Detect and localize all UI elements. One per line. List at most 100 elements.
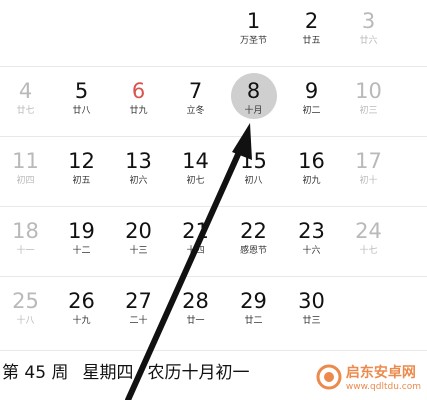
- day-cell[interactable]: 19 十二: [53, 210, 110, 280]
- day-number: 20: [125, 219, 152, 243]
- day-number: 12: [68, 149, 95, 173]
- day-cell[interactable]: 28 廿一: [167, 280, 224, 350]
- watermark-name: 启东安卓网: [345, 365, 416, 381]
- day-number: 10: [355, 79, 382, 103]
- day-number: 19: [68, 219, 95, 243]
- day-cell[interactable]: 29 廿二: [225, 280, 282, 350]
- day-number: 28: [182, 289, 209, 313]
- day-number: 18: [12, 219, 39, 243]
- day-cell[interactable]: 8 十月: [225, 70, 282, 140]
- day-number: 9: [304, 79, 319, 103]
- lunar-label: 初六: [129, 176, 148, 186]
- lunar-label: 初二: [302, 106, 321, 116]
- day-cell[interactable]: 21 十四: [167, 210, 224, 280]
- lunar-label: 十六: [302, 246, 321, 256]
- day-cell[interactable]: 24 十七: [340, 210, 397, 280]
- empty-day-cell: [110, 0, 167, 70]
- day-cell[interactable]: 10 初三: [340, 70, 397, 140]
- day-cell[interactable]: 7 立冬: [167, 70, 224, 140]
- day-cell[interactable]: 6 廿九: [110, 70, 167, 140]
- day-number: 13: [125, 149, 152, 173]
- day-number: 15: [240, 149, 267, 173]
- lunar-label: 初十: [359, 176, 378, 186]
- day-cell[interactable]: 17 初十: [340, 140, 397, 210]
- day-cell[interactable]: 23 十六: [283, 210, 340, 280]
- lunar-label: 十二: [72, 246, 91, 256]
- lunar-label: 初七: [186, 176, 205, 186]
- day-number: 17: [355, 149, 382, 173]
- day-cell[interactable]: 5 廿八: [53, 70, 110, 140]
- day-number: 1: [246, 9, 261, 33]
- lunar-label: 立冬: [186, 106, 205, 116]
- day-cell[interactable]: 13 初六: [110, 140, 167, 210]
- day-number: 27: [125, 289, 152, 313]
- watermark-logo: 启东安卓网 www.qdltdu.com: [316, 362, 421, 392]
- lunar-label: 初五: [72, 176, 91, 186]
- day-cell[interactable]: 1 万圣节: [225, 0, 282, 70]
- day-number: 5: [74, 79, 89, 103]
- day-number: 24: [355, 219, 382, 243]
- day-number: 8: [246, 79, 261, 103]
- day-cell[interactable]: 30 廿三: [283, 280, 340, 350]
- lunar-label: 廿六: [359, 36, 378, 46]
- lunar-label: 初八: [244, 176, 263, 186]
- day-cell[interactable]: 4 廿七: [0, 70, 54, 140]
- row-divider: [0, 276, 427, 277]
- week-number: 第 45 周: [2, 362, 69, 383]
- day-number: 2: [304, 9, 319, 33]
- day-cell[interactable]: 14 初七: [167, 140, 224, 210]
- day-number: 14: [182, 149, 209, 173]
- calendar-grid: 1 万圣节 2 廿五 3 廿六 4 廿七 5 廿八 6 廿九 7 立冬 8 十月 9 初二 10 初三 11 初四 12 初五…: [0, 0, 427, 350]
- lunar-label: 十九: [72, 316, 91, 326]
- day-cell[interactable]: 20 十三: [110, 210, 167, 280]
- day-number: 25: [12, 289, 39, 313]
- lunar-label: 初三: [359, 106, 378, 116]
- lunar-label: 感恩节: [239, 246, 267, 256]
- day-cell[interactable]: 25 十八: [0, 280, 54, 350]
- lunar-label: 廿八: [72, 106, 91, 116]
- day-number: 23: [298, 219, 325, 243]
- day-number: 26: [68, 289, 95, 313]
- lunar-label: 十七: [359, 246, 378, 256]
- watermark-icon: [316, 364, 342, 390]
- lunar-label: 廿五: [302, 36, 321, 46]
- row-divider: [0, 66, 427, 67]
- watermark-url: www.qdltdu.com: [345, 382, 421, 392]
- day-cell[interactable]: 2 廿五: [283, 0, 340, 70]
- day-cell[interactable]: 22 感恩节: [225, 210, 282, 280]
- lunar-label: 廿二: [244, 316, 263, 326]
- lunar-label: 廿一: [186, 316, 205, 326]
- lunar-label: 廿七: [16, 106, 35, 116]
- day-number: 22: [240, 219, 267, 243]
- day-number: 7: [188, 79, 203, 103]
- day-cell[interactable]: 18 十一: [0, 210, 54, 280]
- day-cell[interactable]: 11 初四: [0, 140, 54, 210]
- day-cell[interactable]: 16 初九: [283, 140, 340, 210]
- row-divider: [0, 206, 427, 207]
- row-divider: [0, 136, 427, 137]
- lunar-label: 十三: [129, 246, 148, 256]
- lunar-label: 十四: [186, 246, 205, 256]
- day-cell[interactable]: 9 初二: [283, 70, 340, 140]
- day-number: 3: [361, 9, 376, 33]
- lunar-label: 十月: [244, 106, 263, 116]
- day-cell[interactable]: 27 二十: [110, 280, 167, 350]
- day-number: 16: [298, 149, 325, 173]
- lunar-label: 初四: [16, 176, 35, 186]
- day-number: 30: [298, 289, 325, 313]
- day-number: 11: [12, 149, 39, 173]
- day-number: 29: [240, 289, 267, 313]
- day-cell[interactable]: 3 廿六: [340, 0, 397, 70]
- empty-day-cell: [340, 280, 397, 350]
- day-number: 4: [18, 79, 33, 103]
- lunar-label: 廿九: [129, 106, 148, 116]
- lunar-label: 廿三: [302, 316, 321, 326]
- day-cell[interactable]: 26 十九: [53, 280, 110, 350]
- lunar-label: 十八: [16, 316, 35, 326]
- lunar-label: 初九: [302, 176, 321, 186]
- lunar-label: 万圣节: [239, 36, 267, 46]
- day-cell[interactable]: 15 初八: [225, 140, 282, 210]
- day-number: 6: [131, 79, 146, 103]
- day-cell[interactable]: 12 初五: [53, 140, 110, 210]
- lunar-date: 农历十月初一: [147, 362, 250, 383]
